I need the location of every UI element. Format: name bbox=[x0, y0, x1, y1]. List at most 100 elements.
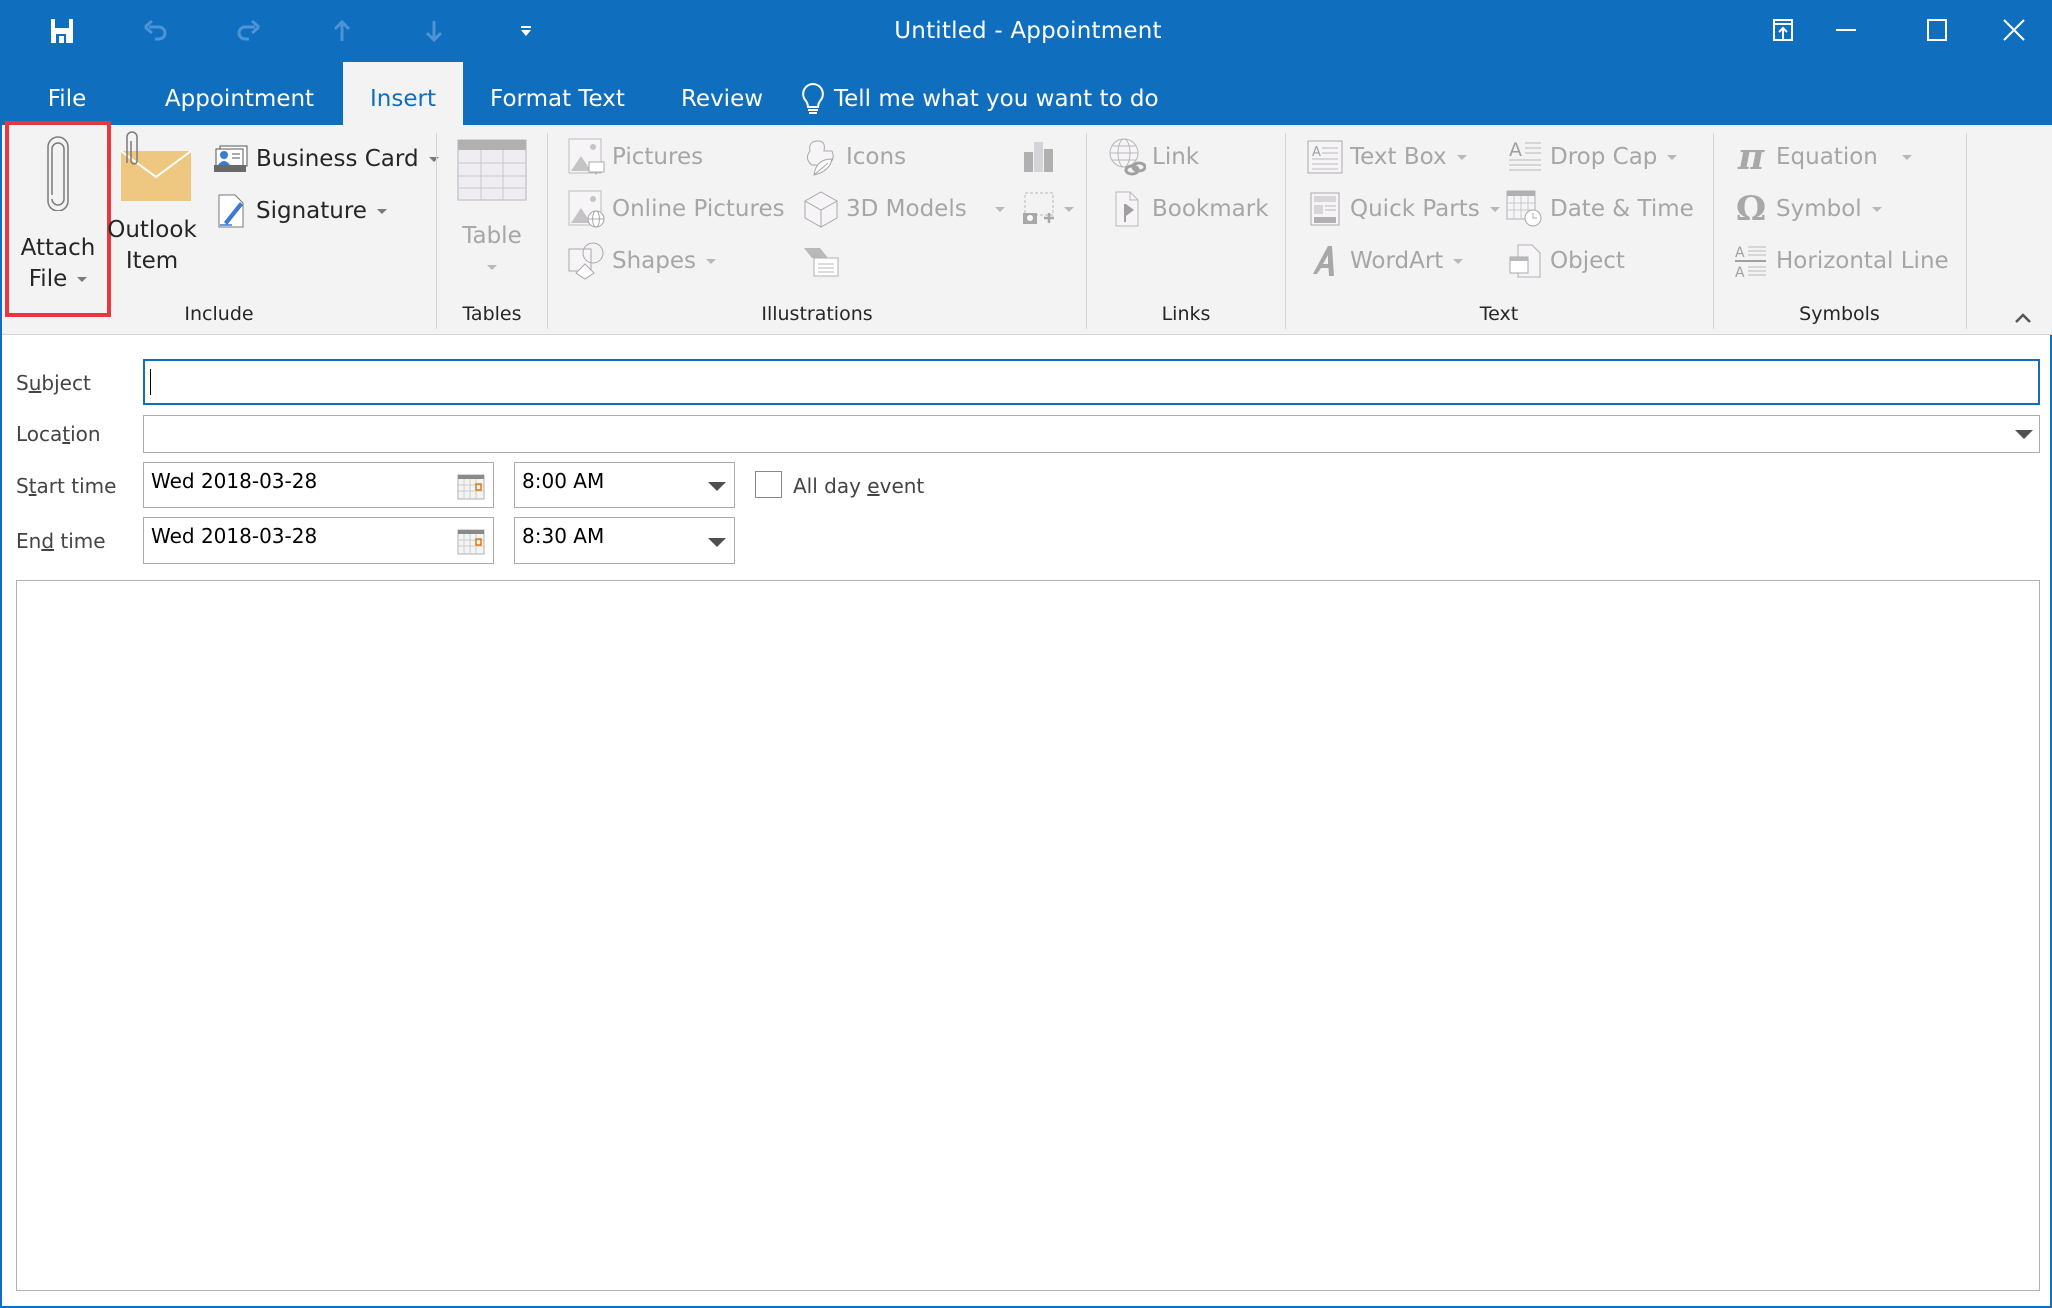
end-time-select[interactable]: 8:30 AM bbox=[514, 517, 735, 564]
online-pictures-label: Online Pictures bbox=[612, 196, 785, 222]
group-separator bbox=[436, 133, 437, 329]
screenshot-button[interactable] bbox=[1020, 189, 1074, 229]
bookmark-icon bbox=[1108, 190, 1146, 228]
text-box-button[interactable]: A Text Box bbox=[1306, 137, 1467, 177]
wordart-label: WordArt bbox=[1350, 248, 1444, 274]
horizontal-line-button[interactable]: AA Horizontal Line bbox=[1732, 241, 1949, 281]
start-label-rest: art time bbox=[36, 474, 117, 498]
subject-label-text: S bbox=[16, 371, 29, 395]
minimize-button[interactable] bbox=[1816, 8, 1876, 52]
end-time-value: 8:30 AM bbox=[522, 524, 605, 548]
3d-models-button[interactable]: 3D Models bbox=[802, 189, 1005, 229]
drop-cap-button[interactable]: A Drop Cap bbox=[1506, 137, 1678, 177]
chevron-down-icon bbox=[376, 208, 387, 214]
ribbon-display-options-icon bbox=[1773, 19, 1793, 41]
chevron-down-icon bbox=[706, 258, 717, 264]
start-time-select[interactable]: 8:00 AM bbox=[514, 462, 735, 508]
signature-button[interactable]: Signature bbox=[212, 191, 387, 231]
table-label: Table bbox=[462, 223, 522, 249]
chevron-down-icon bbox=[1667, 154, 1678, 160]
quick-parts-icon bbox=[1306, 190, 1344, 228]
wordart-button[interactable]: WordArt bbox=[1306, 241, 1464, 281]
appointment-body-editor[interactable] bbox=[16, 580, 2040, 1291]
table-icon bbox=[457, 139, 527, 201]
end-label-rest: time bbox=[54, 529, 106, 553]
ribbon-display-options-button[interactable] bbox=[1753, 8, 1813, 52]
end-time-label: End time bbox=[16, 529, 106, 553]
group-label-illustrations: Illustrations bbox=[761, 303, 873, 325]
tab-appointment[interactable]: Appointment bbox=[152, 62, 327, 125]
chevron-down-icon bbox=[708, 482, 726, 491]
all-day-event-label[interactable]: All day event bbox=[793, 474, 924, 498]
end-date-picker[interactable]: Wed 2018-03-28 bbox=[143, 517, 494, 564]
drop-cap-label: Drop Cap bbox=[1550, 144, 1658, 170]
quick-parts-label: Quick Parts bbox=[1350, 196, 1480, 222]
pictures-icon bbox=[568, 138, 606, 176]
object-button[interactable]: Object bbox=[1506, 241, 1625, 281]
link-icon bbox=[1108, 138, 1146, 176]
title-bar: Untitled - Appointment bbox=[2, 0, 2052, 62]
date-time-button[interactable]: Date & Time bbox=[1506, 189, 1694, 229]
chevron-down-icon bbox=[1456, 154, 1467, 160]
outlook-item-label-2: Item bbox=[125, 248, 179, 274]
tab-review[interactable]: Review bbox=[667, 62, 777, 125]
subject-input[interactable] bbox=[143, 359, 2040, 405]
end-label-accel: d bbox=[41, 529, 55, 553]
start-date-picker[interactable]: Wed 2018-03-28 bbox=[143, 462, 494, 508]
group-separator bbox=[1713, 133, 1714, 329]
link-button[interactable]: Link bbox=[1108, 137, 1199, 177]
screenshot-icon bbox=[1020, 190, 1058, 228]
symbol-button[interactable]: Ω Symbol bbox=[1732, 189, 1882, 229]
tab-insert[interactable]: Insert bbox=[343, 62, 463, 125]
pictures-button[interactable]: Pictures bbox=[568, 137, 703, 177]
chevron-down-icon bbox=[487, 265, 497, 270]
online-pictures-button[interactable]: Online Pictures bbox=[568, 189, 785, 229]
location-label-rest: ion bbox=[70, 422, 101, 446]
subject-label: Subject bbox=[16, 371, 91, 395]
collapse-ribbon-button[interactable] bbox=[2010, 305, 2036, 331]
group-label-text: Text bbox=[1479, 303, 1519, 325]
chevron-down-icon bbox=[994, 206, 1005, 212]
chevron-down-icon bbox=[1489, 206, 1500, 212]
end-label-text: En bbox=[16, 529, 42, 553]
all-day-label-accel: e bbox=[867, 474, 880, 498]
chevron-up-icon bbox=[2015, 313, 2031, 323]
tab-file[interactable]: File bbox=[22, 62, 112, 125]
start-label-accel: t bbox=[28, 474, 37, 498]
shapes-button[interactable]: Shapes bbox=[568, 241, 717, 281]
smartart-button[interactable] bbox=[802, 241, 846, 281]
equation-button[interactable]: π Equation bbox=[1732, 136, 1912, 178]
date-time-label: Date & Time bbox=[1550, 196, 1694, 222]
chart-button[interactable] bbox=[1020, 137, 1064, 177]
omega-icon: Ω bbox=[1735, 189, 1767, 229]
chevron-down-icon bbox=[1453, 258, 1464, 264]
icons-button[interactable]: Icons bbox=[802, 137, 906, 177]
close-button[interactable] bbox=[1984, 8, 2044, 52]
tab-format-text[interactable]: Format Text bbox=[480, 62, 635, 125]
table-button[interactable]: Table bbox=[450, 139, 534, 283]
quick-parts-button[interactable]: Quick Parts bbox=[1306, 189, 1500, 229]
business-card-button[interactable]: Business Card bbox=[212, 139, 439, 179]
symbol-label: Symbol bbox=[1776, 196, 1862, 222]
group-label-tables: Tables bbox=[462, 303, 522, 325]
signature-icon bbox=[212, 192, 250, 230]
all-day-event-checkbox[interactable] bbox=[755, 471, 782, 498]
outlook-item-button[interactable]: Outlook Item bbox=[106, 131, 198, 277]
location-input[interactable] bbox=[143, 415, 2040, 453]
bar-chart-icon bbox=[1020, 138, 1058, 176]
all-day-label-rest: vent bbox=[879, 474, 925, 498]
online-pictures-icon bbox=[568, 190, 606, 228]
maximize-button[interactable] bbox=[1907, 8, 1967, 52]
calendar-icon[interactable] bbox=[457, 529, 485, 559]
chevron-down-icon bbox=[708, 538, 726, 547]
tell-me-search[interactable]: Tell me what you want to do bbox=[800, 74, 1159, 124]
location-dropdown-arrow-icon[interactable] bbox=[2015, 430, 2033, 439]
signature-label: Signature bbox=[256, 198, 367, 224]
maximize-icon bbox=[1927, 19, 1947, 41]
bookmark-button[interactable]: Bookmark bbox=[1108, 189, 1269, 229]
start-date-value: Wed 2018-03-28 bbox=[151, 469, 318, 493]
object-icon bbox=[1506, 242, 1544, 280]
location-label-text: Loca bbox=[16, 422, 63, 446]
group-separator bbox=[1086, 133, 1087, 329]
calendar-icon[interactable] bbox=[457, 474, 485, 504]
